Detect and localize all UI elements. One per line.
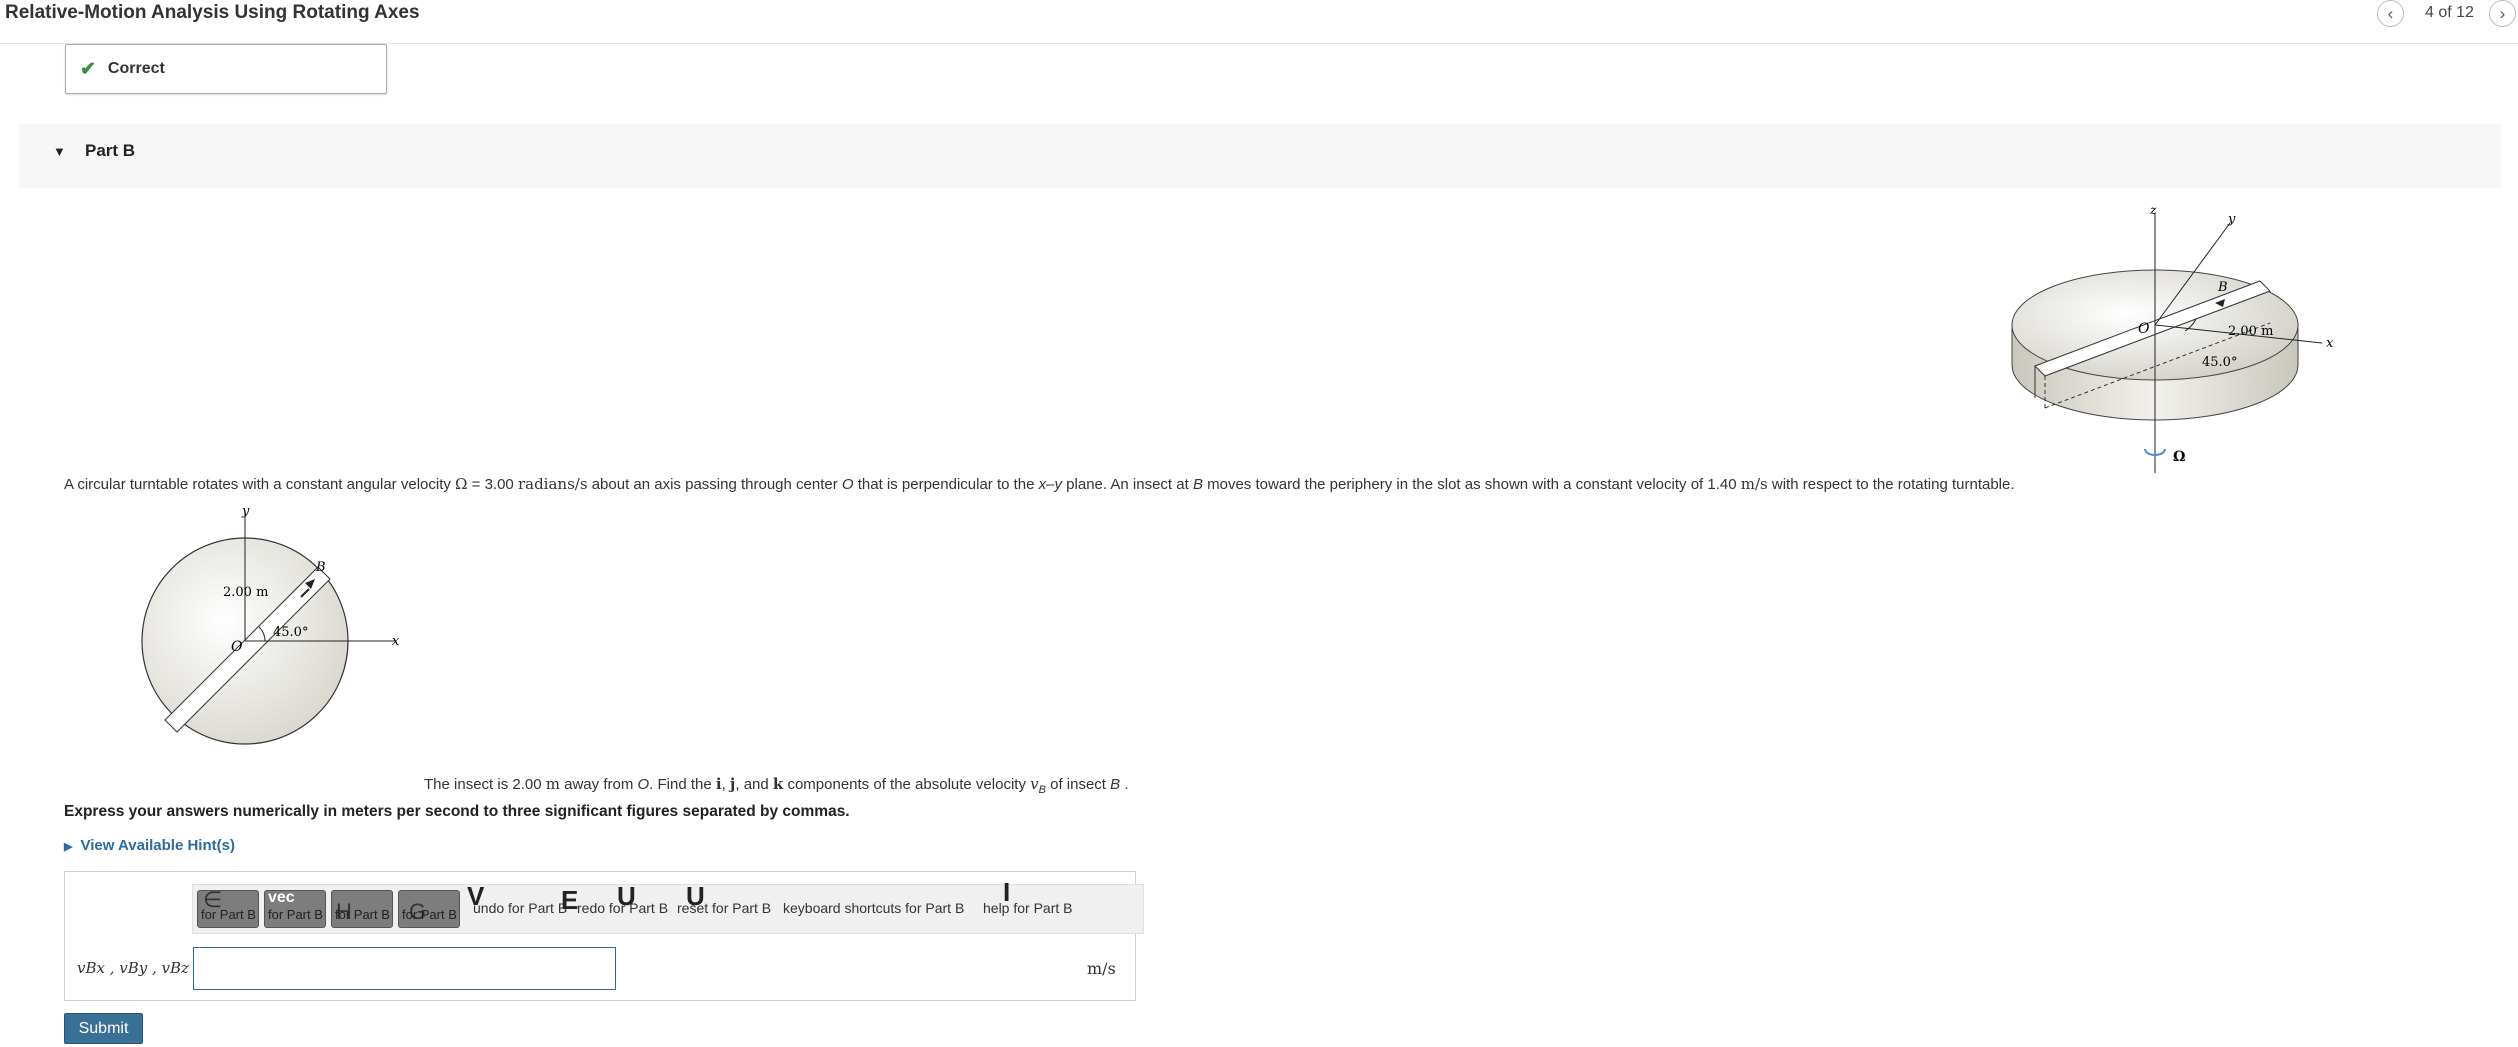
angle-label: 45.0° bbox=[2202, 355, 2237, 370]
view-hints-link[interactable]: ▶ View Available Hint(s) bbox=[64, 837, 235, 854]
header-bar: Relative-Motion Analysis Using Rotating … bbox=[0, 0, 2518, 44]
templates-button[interactable]: ∈ for Part B bbox=[197, 890, 259, 928]
keyboard-shortcuts-button[interactable]: keyboard shortcuts for Part B bbox=[783, 900, 964, 916]
axis-y-label: y bbox=[2227, 212, 2236, 227]
chevron-left-icon: ‹ bbox=[2387, 3, 2394, 23]
caret-right-icon: ▶ bbox=[64, 841, 73, 853]
feedback-correct: ✔ Correct bbox=[65, 44, 387, 94]
reset-icon: U bbox=[617, 881, 636, 911]
symbols-button[interactable]: H for Part B bbox=[331, 890, 393, 928]
origin-label: O bbox=[231, 639, 243, 655]
page-title: Relative-Motion Analysis Using Rotating … bbox=[5, 2, 420, 23]
submit-button[interactable]: Submit bbox=[64, 1013, 143, 1044]
insect-label: B bbox=[2217, 280, 2228, 295]
origin-label: O bbox=[2138, 321, 2150, 337]
chevron-right-icon: › bbox=[2499, 3, 2506, 23]
math-toolbar: ∈ for Part B vec for Part B H for Part B… bbox=[192, 877, 1144, 934]
axis-x-label: x bbox=[392, 634, 400, 649]
page-count: 4 of 12 bbox=[2425, 4, 2474, 21]
axis-x-label: x bbox=[2326, 336, 2334, 351]
part-label: Part B bbox=[85, 141, 136, 160]
answer-label: vBx , vBy , vBz = bbox=[77, 959, 207, 977]
problem-statement: A circular turntable rotates with a cons… bbox=[64, 475, 2015, 493]
angle-label: 45.0° bbox=[273, 625, 308, 640]
redo-icon: E bbox=[561, 885, 579, 915]
axis-y-label: y bbox=[241, 505, 250, 519]
vector-button[interactable]: vec for Part B bbox=[264, 890, 326, 928]
previous-item-button[interactable]: ‹ bbox=[2377, 0, 2404, 27]
insect-label: B bbox=[315, 560, 326, 575]
feedback-status: Correct bbox=[107, 60, 165, 77]
answer-units: m/s bbox=[1087, 959, 1116, 978]
axis-z-label: z bbox=[2149, 203, 2157, 217]
greek-button[interactable]: G for Part B bbox=[398, 890, 460, 928]
turntable-top-view-figure: y x O B 2.00 m 45.0° bbox=[141, 505, 400, 745]
turntable-3d-figure: z y x O B 2.00 m 45.0° Ω bbox=[2011, 203, 2334, 473]
answer-area: ∈ for Part B vec for Part B H for Part B… bbox=[64, 871, 1144, 1001]
refresh-icon: U bbox=[686, 881, 705, 911]
distance-label: 2.00 m bbox=[223, 585, 268, 600]
question-text: The insect is 2.00 m away from O. Find t… bbox=[424, 775, 1129, 796]
caret-down-icon: ▼ bbox=[53, 144, 66, 159]
next-item-button[interactable]: › bbox=[2489, 0, 2516, 27]
omega-label: Ω bbox=[2173, 449, 2185, 465]
help-button[interactable]: help for Part B bbox=[983, 900, 1073, 916]
velocity-answer-input[interactable] bbox=[193, 947, 616, 990]
check-icon: ✔ bbox=[80, 58, 96, 80]
distance-label: 2.00 m bbox=[2228, 324, 2273, 339]
undo-button[interactable]: undo for Part B bbox=[473, 900, 567, 916]
part-b-header[interactable]: ▼ Part B bbox=[19, 124, 2501, 188]
answer-instructions: Express your answers numerically in mete… bbox=[64, 803, 850, 820]
